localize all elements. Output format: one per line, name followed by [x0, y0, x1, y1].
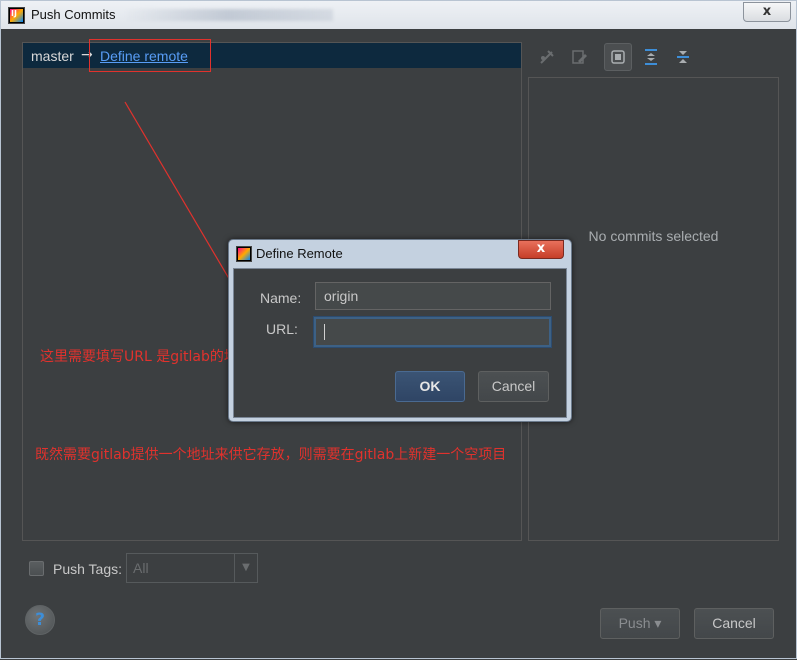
annotation-url-note: 这里需要填写URL 是gitlab的地址 — [40, 349, 252, 365]
push-button[interactable]: Push ▾ — [600, 608, 680, 639]
dialog-close-button[interactable]: x — [518, 240, 564, 259]
push-tags-checkbox[interactable] — [29, 561, 44, 576]
name-value: origin — [324, 288, 359, 304]
annotation-gitlab-note: 既然需要gitlab提供一个地址来供它存放，则需要在gitlab上新建一个空项目 — [35, 447, 507, 463]
ok-button[interactable]: OK — [395, 371, 465, 402]
cancel-button[interactable]: Cancel — [694, 608, 774, 639]
intellij-app-icon — [236, 246, 252, 262]
name-label: Name: — [260, 290, 302, 306]
define-remote-dialog: Define Remote x Name: origin URL: OK Can… — [228, 239, 572, 422]
push-tags-label: Push Tags: — [53, 561, 123, 577]
help-button[interactable]: ? — [25, 605, 55, 635]
dialog-cancel-button[interactable]: Cancel — [478, 371, 549, 402]
name-field[interactable]: origin — [315, 282, 551, 310]
tags-dropdown[interactable]: All ▼ — [126, 553, 258, 583]
push-commits-window: Push Commits x master → Define remote No… — [0, 0, 797, 659]
dialog-title: Define Remote — [256, 246, 343, 261]
tags-dropdown-value: All — [133, 560, 149, 576]
chevron-down-icon: ▼ — [234, 554, 257, 582]
url-label: URL: — [266, 321, 298, 337]
url-field[interactable] — [314, 317, 551, 347]
text-caret — [324, 324, 325, 340]
dialog-body: Name: origin URL: OK Cancel — [233, 268, 567, 418]
